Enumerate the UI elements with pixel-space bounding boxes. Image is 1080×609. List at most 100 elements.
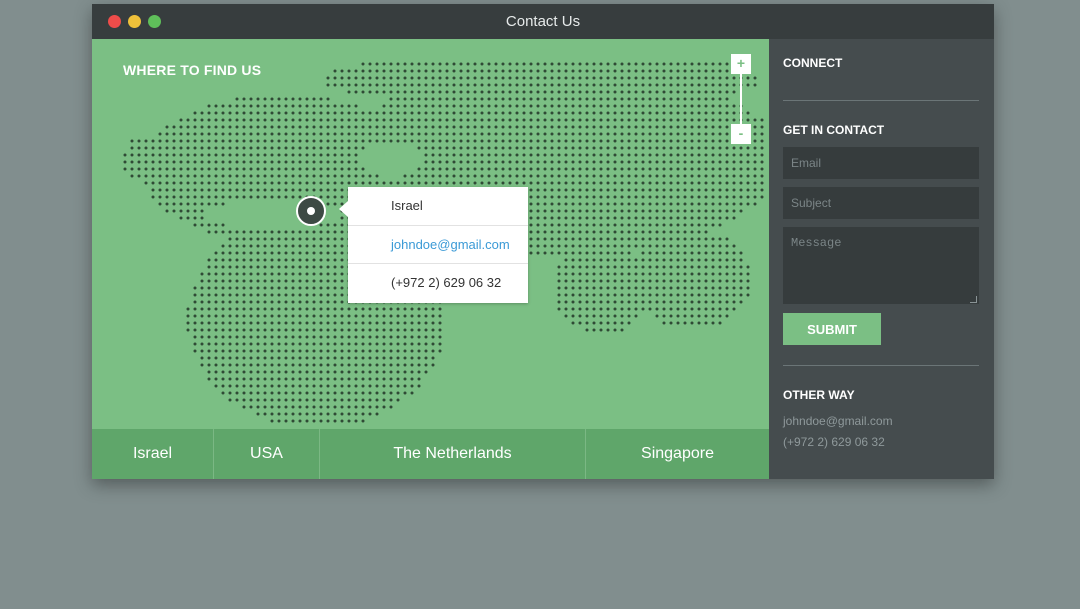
map-dot: [494, 181, 498, 185]
map-dot: [368, 174, 372, 178]
map-dot: [634, 153, 638, 157]
map-dot: [270, 405, 274, 409]
map-dot: [753, 202, 757, 206]
map-dot: [326, 237, 330, 241]
map-dot: [221, 349, 225, 353]
map-dot: [522, 97, 526, 101]
map-dot: [494, 69, 498, 73]
map-dot: [620, 125, 624, 129]
map-dot: [417, 83, 421, 87]
map-dot: [585, 97, 589, 101]
map-dot: [235, 363, 239, 367]
map-dot: [571, 97, 575, 101]
map-dot: [403, 314, 407, 318]
map-dot: [235, 174, 239, 178]
map-dot: [536, 209, 540, 213]
map-dot: [480, 104, 484, 108]
map-dot: [725, 104, 729, 108]
map-dot: [627, 62, 631, 66]
textarea-resize-handle[interactable]: [970, 296, 977, 303]
map-dot: [571, 111, 575, 115]
map-dot: [214, 377, 218, 381]
map-dot: [326, 153, 330, 157]
map-dot: [564, 216, 568, 220]
map-dot: [676, 216, 680, 220]
subject-field[interactable]: [783, 187, 979, 219]
map-dot: [508, 139, 512, 143]
zoom-slider-track[interactable]: [740, 74, 742, 124]
map-dot: [732, 181, 736, 185]
map-dot: [221, 160, 225, 164]
submit-button[interactable]: SUBMIT: [783, 313, 881, 345]
map-dot: [655, 167, 659, 171]
map-dot: [648, 307, 652, 311]
map-dot: [452, 167, 456, 171]
map-dot: [214, 132, 218, 136]
map-dot: [529, 111, 533, 115]
map-dot: [368, 370, 372, 374]
map-dot: [683, 125, 687, 129]
map-dot: [662, 188, 666, 192]
world-map[interactable]: WHERE TO FIND US + - Israel johndoe@gmai…: [92, 39, 769, 429]
tab-usa[interactable]: USA: [214, 429, 320, 479]
map-dot: [249, 251, 253, 255]
message-field[interactable]: [783, 227, 979, 304]
map-dot: [613, 251, 617, 255]
map-dot: [522, 104, 526, 108]
map-dot: [263, 125, 267, 129]
map-dot: [389, 405, 393, 409]
map-dot: [445, 139, 449, 143]
map-dot: [466, 181, 470, 185]
map-dot: [522, 174, 526, 178]
map-dot: [417, 139, 421, 143]
map-dot: [627, 139, 631, 143]
map-dot: [368, 69, 372, 73]
map-dot: [235, 300, 239, 304]
map-dot: [340, 286, 344, 290]
map-dot: [347, 377, 351, 381]
location-pin-icon[interactable]: [296, 196, 326, 226]
map-dot: [319, 321, 323, 325]
map-dot: [256, 405, 260, 409]
map-dot: [599, 83, 603, 87]
zoom-out-button[interactable]: -: [731, 124, 751, 144]
map-dot: [326, 398, 330, 402]
email-field[interactable]: [783, 147, 979, 179]
map-dot: [690, 167, 694, 171]
map-dot: [172, 181, 176, 185]
zoom-in-button[interactable]: +: [731, 54, 751, 74]
map-dot: [396, 139, 400, 143]
map-dot: [655, 132, 659, 136]
map-dot: [564, 90, 568, 94]
map-dot: [144, 174, 148, 178]
map-dot: [732, 111, 736, 115]
map-dot: [676, 258, 680, 262]
map-dot: [319, 111, 323, 115]
map-dot: [655, 237, 659, 241]
map-dot: [277, 356, 281, 360]
map-dot: [340, 160, 344, 164]
map-dot: [641, 202, 645, 206]
map-dot: [256, 335, 260, 339]
map-dot: [753, 181, 757, 185]
map-dot: [620, 181, 624, 185]
popup-email-link[interactable]: johndoe@gmail.com: [348, 226, 528, 264]
map-dot: [214, 104, 218, 108]
map-dot: [578, 202, 582, 206]
map-dot: [382, 370, 386, 374]
map-dot: [431, 125, 435, 129]
map-dot: [375, 111, 379, 115]
map-dot: [480, 90, 484, 94]
tab-israel[interactable]: Israel: [92, 429, 214, 479]
map-dot: [697, 209, 701, 213]
map-dot: [732, 188, 736, 192]
map-dot: [683, 62, 687, 66]
map-dot: [662, 314, 666, 318]
map-dot: [676, 62, 680, 66]
tab-the-netherlands[interactable]: The Netherlands: [320, 429, 586, 479]
map-dot: [473, 146, 477, 150]
tab-singapore[interactable]: Singapore: [586, 429, 769, 479]
map-dot: [305, 153, 309, 157]
map-dot: [284, 125, 288, 129]
map-dot: [592, 286, 596, 290]
